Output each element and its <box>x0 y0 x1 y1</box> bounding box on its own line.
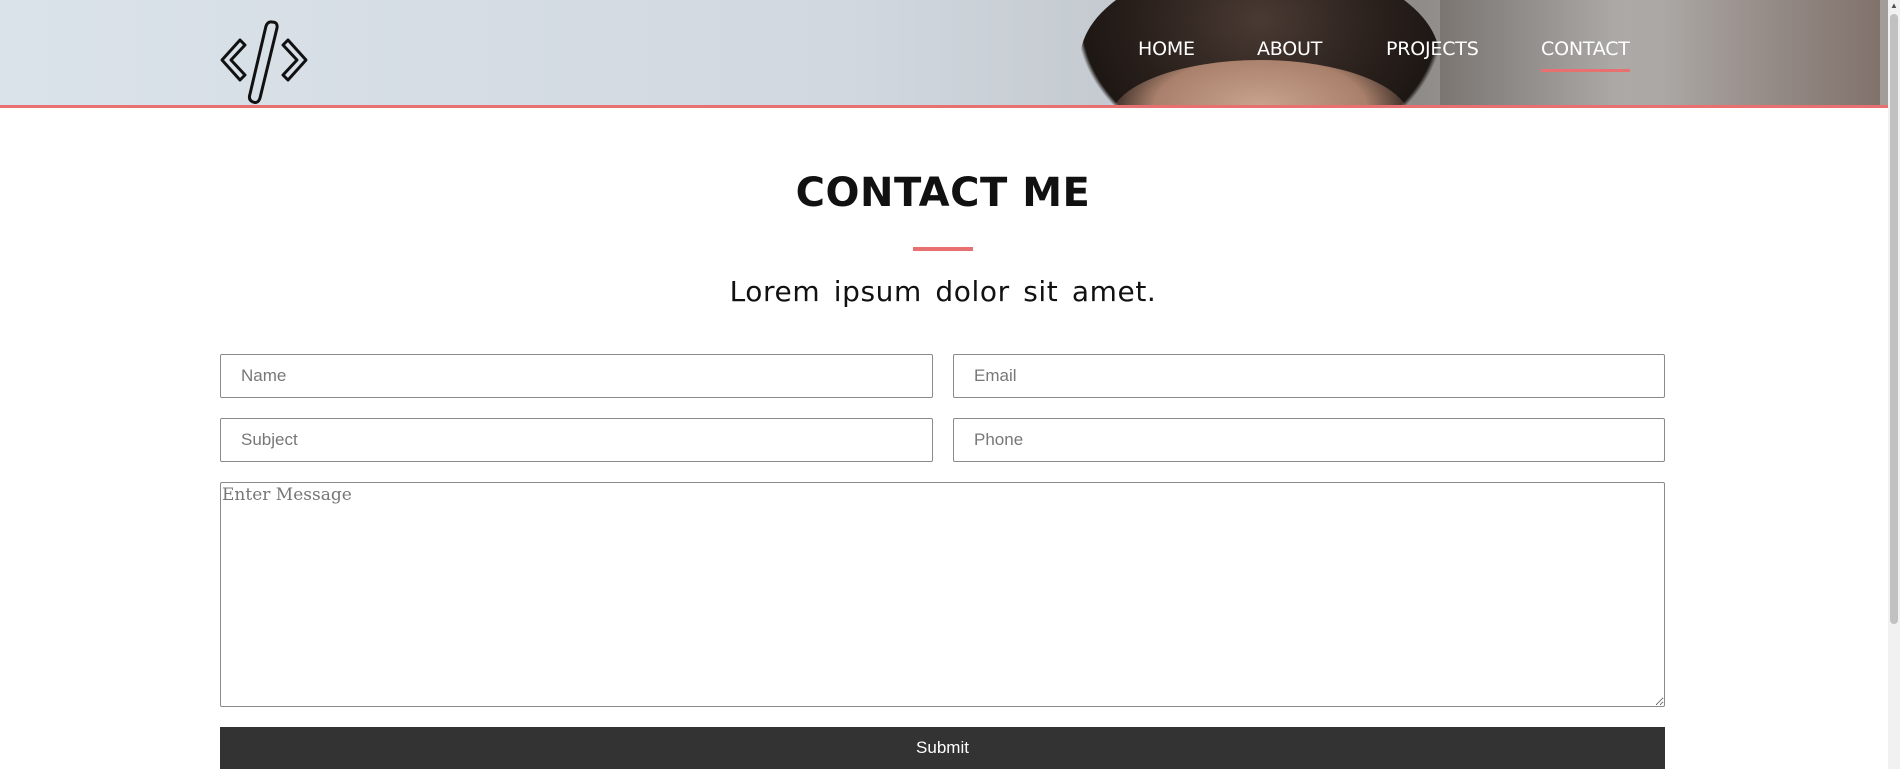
scroll-up-icon[interactable]: ▲ <box>1888 0 1900 12</box>
header-photo-backdrop <box>1440 0 1880 105</box>
site-header: HOME ABOUT PROJECTS CONTACT <box>0 0 1890 108</box>
nav-home[interactable]: HOME <box>1138 38 1195 60</box>
phone-input[interactable] <box>953 418 1665 462</box>
page-scrollbar[interactable]: ▲ <box>1888 0 1900 769</box>
scroll-thumb[interactable] <box>1890 14 1898 624</box>
page-title: CONTACT ME <box>795 170 1091 216</box>
page-subtitle: Lorem ipsum dolor sit amet. <box>729 275 1157 308</box>
title-divider <box>913 247 973 251</box>
nav-projects[interactable]: PROJECTS <box>1386 38 1479 60</box>
email-input[interactable] <box>953 354 1665 398</box>
code-brackets-icon[interactable] <box>218 18 310 104</box>
nav-about[interactable]: ABOUT <box>1257 38 1322 60</box>
submit-button[interactable]: Submit <box>220 727 1665 769</box>
subject-input[interactable] <box>220 418 933 462</box>
name-input[interactable] <box>220 354 933 398</box>
message-textarea[interactable] <box>220 482 1665 707</box>
nav-contact[interactable]: CONTACT <box>1541 38 1630 72</box>
